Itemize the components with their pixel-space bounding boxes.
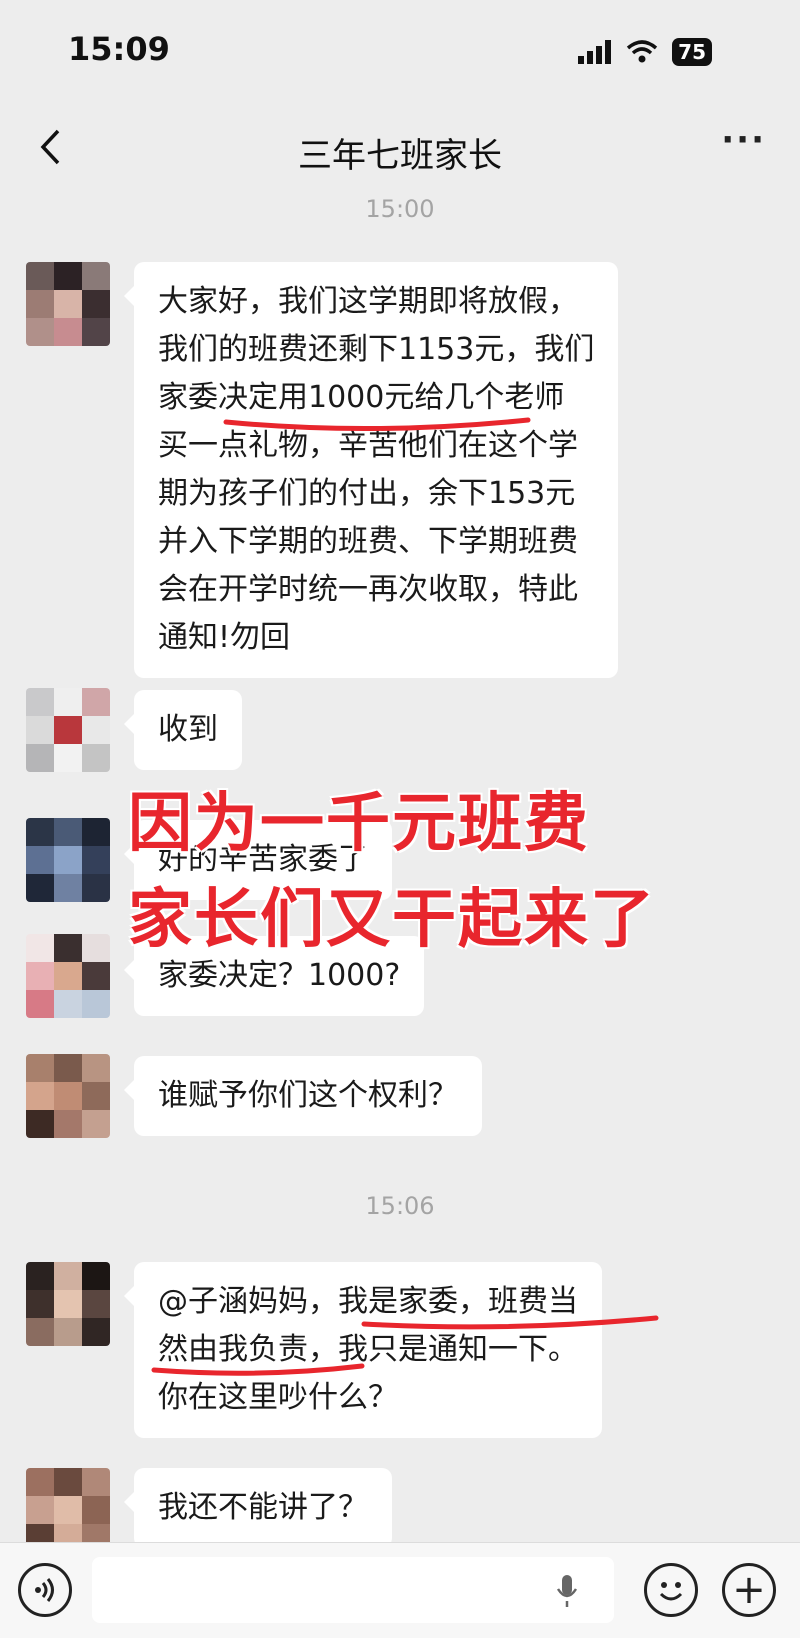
status-icons: 75 xyxy=(578,38,712,66)
message-line: 谁赋予你们这个权利？ xyxy=(158,1078,458,1113)
overlay-caption: 家长们又干起来了 xyxy=(128,883,656,957)
signal-icon xyxy=(578,40,612,64)
avatar[interactable] xyxy=(26,818,110,902)
avatar[interactable] xyxy=(26,1468,110,1552)
avatar[interactable] xyxy=(26,934,110,1018)
message-bubble[interactable]: @子涵妈妈，我是家委，班费当 然由我负责，我只是通知一下。 你在这里吵什么？ xyxy=(124,1262,602,1438)
wifi-icon xyxy=(627,40,658,63)
status-time: 15:09 xyxy=(68,30,170,68)
overlay-caption: 因为一千元班费 xyxy=(128,787,590,861)
battery-indicator: 75 xyxy=(672,38,712,66)
message-bubble[interactable]: 大家好，我们这学期即将放假， 我们的班费还剩下1153元，我们 家委决定用100… xyxy=(123,262,619,678)
more-button[interactable]: ··· xyxy=(721,120,766,160)
message-input[interactable] xyxy=(92,1557,614,1623)
nav-bar: 三年七班家长 ··· xyxy=(0,100,800,190)
message-line: 期为孩子们的付出，余下153元 xyxy=(158,476,576,511)
voice-button[interactable] xyxy=(18,1563,72,1617)
message-bubble[interactable]: 我还不能讲了？ xyxy=(124,1468,392,1548)
message-line: 并入下学期的班费、下学期班费 xyxy=(158,524,578,559)
red-underline xyxy=(151,1363,365,1376)
message-line: 收到 xyxy=(158,712,218,747)
message-line: 通知!勿回 xyxy=(158,620,291,655)
red-underline xyxy=(361,1315,659,1330)
message-bubble[interactable]: 谁赋予你们这个权利？ xyxy=(124,1056,482,1136)
message-bubble[interactable]: 收到 xyxy=(124,690,242,770)
mic-icon[interactable] xyxy=(556,1573,578,1609)
message-line: 会在开学时统一再次收取，特此 xyxy=(158,572,578,607)
avatar[interactable] xyxy=(26,1054,110,1138)
message-line: 大家好，我们这学期即将放假， xyxy=(158,284,578,319)
avatar[interactable] xyxy=(26,1262,110,1346)
avatar[interactable] xyxy=(26,688,110,772)
red-underline xyxy=(223,417,531,432)
status-bar: 15:09 75 xyxy=(0,0,800,100)
timestamp: 15:00 xyxy=(365,195,435,223)
emoji-button[interactable] xyxy=(644,1563,698,1617)
emoji-icon xyxy=(659,1582,683,1601)
message-line: 我还不能讲了？ xyxy=(158,1490,368,1525)
plus-button[interactable]: + xyxy=(722,1563,776,1617)
timestamp: 15:06 xyxy=(365,1192,435,1220)
chat-title: 三年七班家长 xyxy=(298,136,502,176)
avatar[interactable] xyxy=(26,262,110,346)
message-line: 我们的班费还剩下1153元，我们 xyxy=(158,332,595,367)
voice-icon xyxy=(35,1578,54,1602)
input-bar: + xyxy=(0,1542,800,1638)
